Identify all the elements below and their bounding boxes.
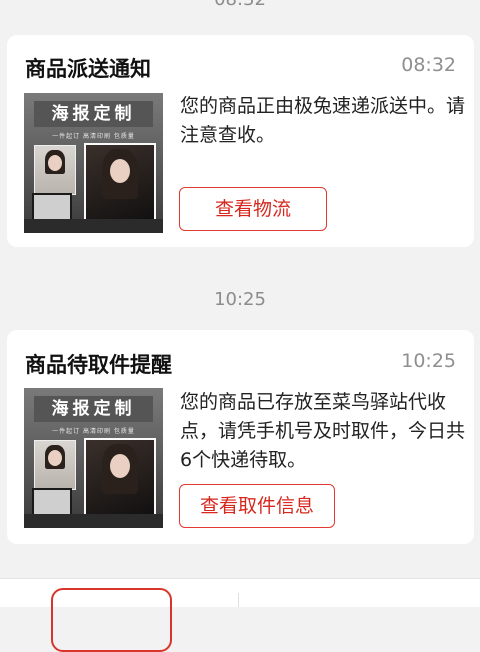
top-timestamp: 08:32 [0, 0, 480, 10]
red-annotation-outline [51, 588, 172, 652]
card-time: 08:32 [401, 54, 456, 76]
notification-body: 您的商品已存放至菜鸟驿站代收点，请凭手机号及时取件，今日共6个快递待取。 [180, 391, 466, 471]
thumbnail-floor [24, 514, 163, 528]
large-poster-image [84, 143, 156, 221]
large-poster-image [84, 438, 156, 516]
product-thumbnail[interactable]: 海报定制 一件起订 高清印刷 包质量 [24, 93, 163, 233]
thumbnail-title: 海报定制 [34, 101, 153, 127]
delivery-notification-card[interactable]: 商品派送通知 08:32 海报定制 一件起订 高清印刷 包质量 您的商品正由极兔… [7, 35, 474, 247]
pickup-reminder-card[interactable]: 商品待取件提醒 10:25 海报定制 一件起订 高清印刷 包质量 您的商品已存放… [7, 330, 474, 544]
thumbnail-subtitle: 一件起订 高清印刷 包质量 [52, 133, 135, 140]
toolbar-divider [238, 593, 239, 607]
view-pickup-info-button[interactable]: 查看取件信息 [179, 484, 335, 528]
product-thumbnail[interactable]: 海报定制 一件起订 高清印刷 包质量 [24, 388, 163, 528]
small-poster-image [34, 145, 76, 195]
view-logistics-button[interactable]: 查看物流 [179, 187, 327, 231]
card-title: 商品待取件提醒 [25, 353, 172, 377]
small-poster-image [34, 440, 76, 490]
thumbnail-subtitle: 一件起订 高清印刷 包质量 [52, 428, 135, 435]
card-time: 10:25 [401, 350, 456, 372]
notification-body: 您的商品正由极兔速递派送中。请注意查收。 [180, 95, 466, 146]
section-timestamp: 10:25 [214, 289, 266, 310]
thumbnail-floor [24, 219, 163, 233]
thumbnail-title: 海报定制 [34, 396, 153, 422]
card-title: 商品派送通知 [25, 57, 151, 81]
